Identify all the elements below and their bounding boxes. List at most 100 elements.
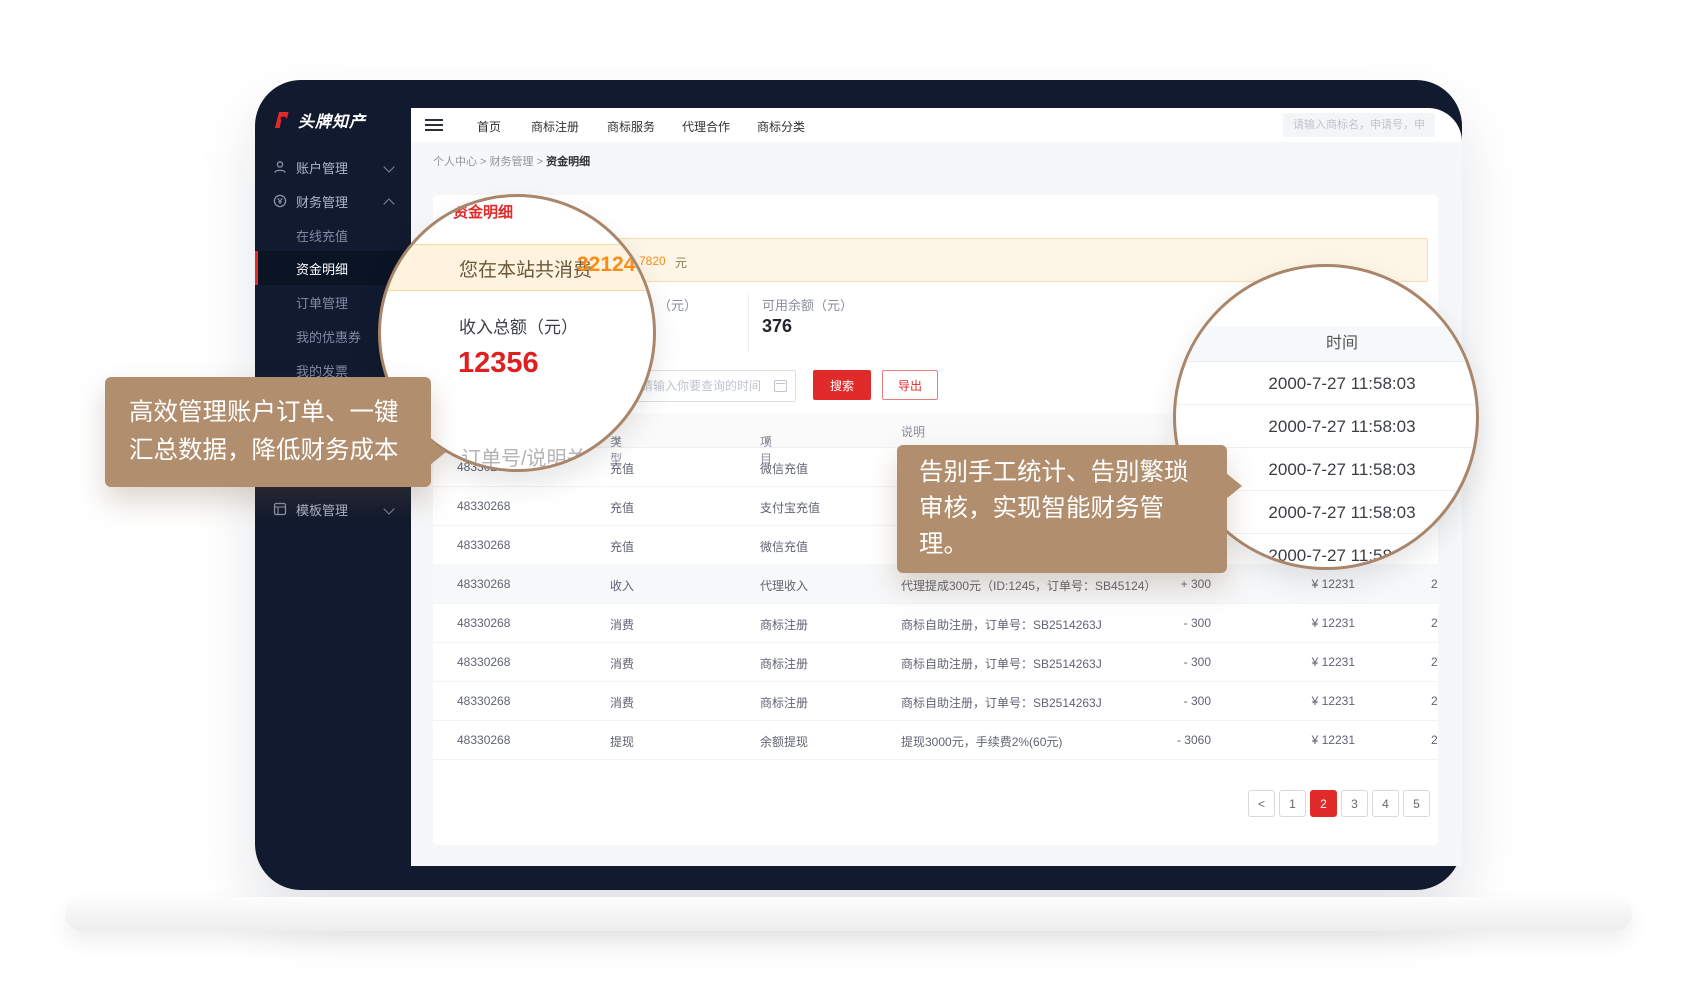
cell-order: 48330268 bbox=[457, 616, 510, 630]
lens-time-row: 2000-7-27 11:58:03 bbox=[1176, 405, 1479, 448]
cell-type: 消费 bbox=[610, 655, 634, 672]
sidebar-item-finance[interactable]: 财务管理 bbox=[255, 184, 411, 218]
callout-arrow-icon bbox=[430, 439, 446, 465]
chevron-down-icon bbox=[383, 503, 394, 514]
menu-icon[interactable] bbox=[425, 119, 443, 134]
cell-type: 提现 bbox=[610, 733, 634, 750]
laptop-base bbox=[65, 897, 1632, 931]
cell-order: 48330268 bbox=[457, 577, 510, 591]
cell-order: 48330268 bbox=[457, 733, 510, 747]
sidebar-item-label: 模板管理 bbox=[296, 500, 348, 519]
cell-desc: 商标自助注册，订单号：SB2514263J bbox=[901, 694, 1102, 711]
nav-item-agency[interactable]: 代理合作 bbox=[682, 118, 730, 135]
cell-balance: ¥ 12231 bbox=[1243, 616, 1355, 630]
cell-amount: - 300 bbox=[1073, 616, 1211, 630]
cell-project: 余额提现 bbox=[760, 733, 808, 750]
breadcrumb-current: 资金明细 bbox=[546, 156, 590, 168]
brand-name: 头牌知产 bbox=[298, 108, 366, 132]
lens-page-title: 资金明细 bbox=[453, 201, 513, 222]
table-row: 48330268 消费 商标注册 商标自助注册，订单号：SB2514263J -… bbox=[433, 642, 1438, 682]
nav-item-register[interactable]: 商标注册 bbox=[531, 118, 579, 135]
breadcrumb-separator: > bbox=[480, 156, 486, 168]
lens-banner-prefix: 您在本站共消费 bbox=[459, 255, 592, 282]
sidebar-subitem-label: 我的优惠券 bbox=[296, 327, 361, 346]
cell-time: 2000-7-27 11:58:03 bbox=[1431, 733, 1438, 747]
sidebar-item-label: 财务管理 bbox=[296, 192, 348, 211]
export-button[interactable]: 导出 bbox=[882, 370, 938, 400]
lens-income-label: 收入总额（元） bbox=[459, 313, 578, 338]
callout-left-text: 高效管理账户订单、一键汇总数据，降低财务成本 bbox=[129, 399, 399, 464]
sidebar-item-label: 账户管理 bbox=[296, 158, 348, 177]
chevron-up-icon bbox=[383, 198, 394, 209]
cell-desc: 商标自助注册，订单号：SB2514263J bbox=[901, 655, 1102, 672]
cell-time: 2000-7-27 11:58:03 bbox=[1431, 577, 1438, 591]
cell-time: 2000-7-27 11:58:03 bbox=[1431, 655, 1438, 669]
lens-time-header: 时间 bbox=[1176, 326, 1479, 362]
sidebar-item-account[interactable]: 账户管理 bbox=[255, 150, 411, 184]
cell-balance: ¥ 12231 bbox=[1243, 733, 1355, 747]
pagination-page-1[interactable]: 1 bbox=[1279, 790, 1306, 817]
sidebar-subitem-label: 在线充值 bbox=[296, 226, 348, 245]
brand: 头牌知产 bbox=[272, 106, 366, 134]
pagination-page-4[interactable]: 4 bbox=[1372, 790, 1399, 817]
stat-middle-label: （元） bbox=[658, 295, 697, 314]
stat-balance-label: 可用余额（元） bbox=[762, 295, 853, 314]
search-button[interactable]: 搜索 bbox=[813, 370, 871, 400]
cell-amount: - 300 bbox=[1073, 655, 1211, 669]
nav-item-home[interactable]: 首页 bbox=[477, 118, 501, 135]
cell-project: 商标注册 bbox=[760, 616, 808, 633]
pagination-page-2-active[interactable]: 2 bbox=[1310, 790, 1337, 817]
breadcrumb-separator: > bbox=[537, 156, 543, 168]
cell-desc: 商标自助注册，订单号：SB2514263J bbox=[901, 616, 1102, 633]
cell-type: 消费 bbox=[610, 616, 634, 633]
cell-type: 充值 bbox=[610, 538, 634, 555]
callout-right-text: 告别手工统计、告别繁琐审核，实现智能财务管理。 bbox=[919, 459, 1189, 558]
user-icon bbox=[272, 159, 288, 175]
header-desc: 说明 bbox=[901, 423, 925, 440]
cell-project: 微信充值 bbox=[760, 460, 808, 477]
cell-type: 充值 bbox=[610, 499, 634, 516]
sidebar-subitem-label: 订单管理 bbox=[296, 293, 348, 312]
cell-order: 48330268 bbox=[457, 694, 510, 708]
brand-logo-icon bbox=[272, 110, 292, 130]
banner-unit: 元 bbox=[675, 254, 687, 271]
lens-time-row: 2000-7-27 11:58:03 bbox=[1176, 362, 1479, 405]
cell-desc: 提现3000元，手续费2%(60元) bbox=[901, 733, 1062, 750]
cell-balance: ¥ 12231 bbox=[1243, 694, 1355, 708]
sidebar-item-template[interactable]: 模板管理 bbox=[255, 492, 411, 526]
date-input[interactable] bbox=[630, 370, 796, 402]
cell-order: 48330268 bbox=[457, 499, 510, 513]
cell-order: 48330268 bbox=[457, 538, 510, 552]
nav-item-services[interactable]: 商标服务 bbox=[607, 118, 655, 135]
cell-order: 48330268 bbox=[457, 655, 510, 669]
pagination-page-3[interactable]: 3 bbox=[1341, 790, 1368, 817]
breadcrumb-home[interactable]: 个人中心 bbox=[433, 156, 477, 168]
cell-balance: ¥ 12231 bbox=[1243, 655, 1355, 669]
trademark-search-input[interactable] bbox=[1283, 113, 1435, 137]
cell-amount: + 300 bbox=[1073, 577, 1211, 591]
nav-item-categories[interactable]: 商标分类 bbox=[757, 118, 805, 135]
cell-project: 商标注册 bbox=[760, 694, 808, 711]
pagination-prev-button[interactable]: < bbox=[1248, 790, 1275, 817]
cell-balance: ¥ 12231 bbox=[1243, 577, 1355, 591]
cell-amount: - 300 bbox=[1073, 694, 1211, 708]
calendar-icon[interactable] bbox=[774, 380, 787, 392]
cell-project: 代理收入 bbox=[760, 577, 808, 594]
pagination-page-5[interactable]: 5 bbox=[1403, 790, 1430, 817]
cell-project: 商标注册 bbox=[760, 655, 808, 672]
template-icon bbox=[272, 501, 288, 517]
callout-arrow-icon bbox=[1226, 473, 1242, 499]
pagination: < 1 2 3 4 5 bbox=[433, 790, 1430, 817]
top-navbar: 首页 商标注册 商标服务 代理合作 商标分类 bbox=[411, 108, 1462, 142]
breadcrumb: 个人中心 > 财务管理 > 资金明细 bbox=[433, 153, 590, 169]
table-row: 48330268 提现 余额提现 提现3000元，手续费2%(60元) - 30… bbox=[433, 720, 1438, 760]
sort-caret-icon: ∨ bbox=[763, 433, 772, 447]
lens-banner-amount: 32124 bbox=[577, 253, 635, 277]
stat-balance-value: 376 bbox=[762, 316, 792, 337]
cell-amount: - 3060 bbox=[1073, 733, 1211, 747]
lens-keyword-placeholder: 订单号/说明关键字 bbox=[461, 442, 627, 471]
date-input-wrapper bbox=[630, 370, 796, 402]
cell-time: 2000-7-27 11:58:03 bbox=[1431, 694, 1438, 708]
breadcrumb-finance[interactable]: 财务管理 bbox=[490, 156, 534, 168]
cell-type: 消费 bbox=[610, 694, 634, 711]
